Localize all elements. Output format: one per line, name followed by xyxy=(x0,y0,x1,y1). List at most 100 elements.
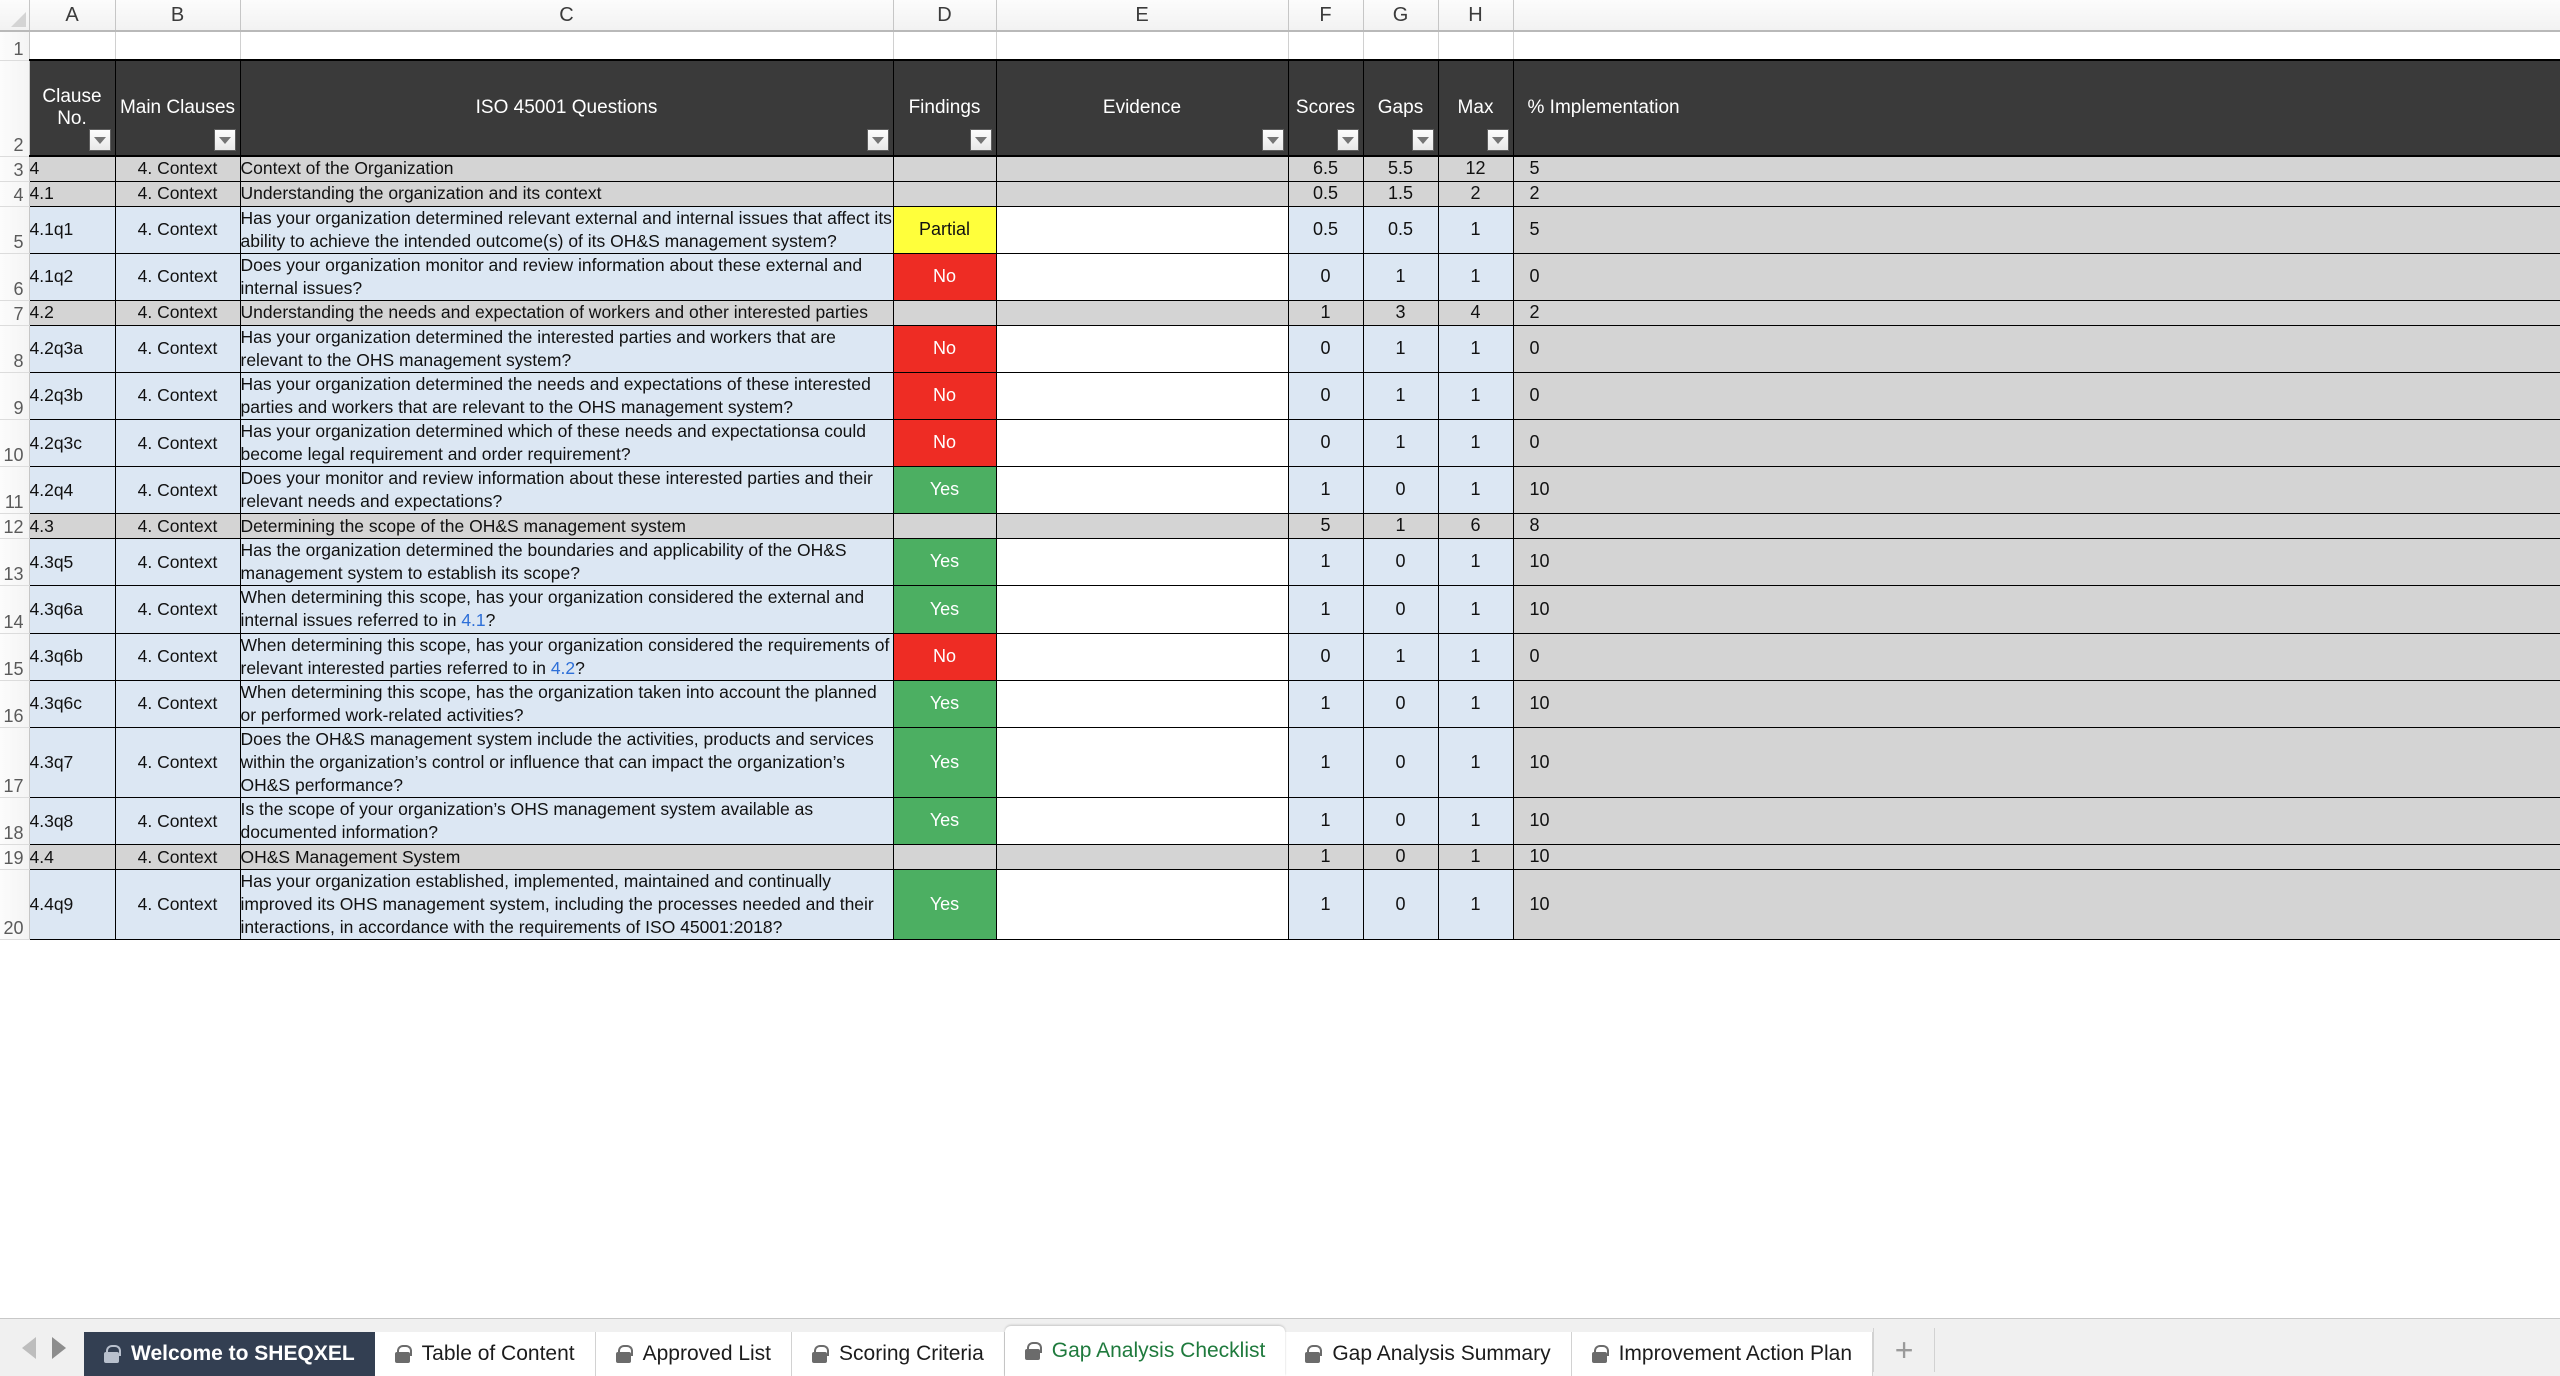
cell-percent-implementation[interactable]: 10 xyxy=(1513,869,2560,941)
cell-gaps[interactable]: 5.5 xyxy=(1363,156,1439,182)
cell-max[interactable]: 1 xyxy=(1438,680,1514,728)
cell-clause-no[interactable]: 4 xyxy=(29,156,116,182)
cell-main-clause[interactable]: 4. Context xyxy=(115,156,241,182)
row-header-5[interactable]: 5 xyxy=(0,206,30,254)
row-header-16[interactable]: 16 xyxy=(0,680,30,728)
cell-finding[interactable]: Yes xyxy=(893,466,997,515)
cell-main-clause[interactable]: 4. Context xyxy=(115,372,241,421)
cell-evidence[interactable] xyxy=(996,181,1289,207)
sheet-tab-gap-analysis-checklist[interactable]: Gap Analysis Checklist xyxy=(1004,1326,1286,1376)
cell-clause-no[interactable]: 4.3q6c xyxy=(29,680,116,728)
row-header-8[interactable]: 8 xyxy=(0,325,30,373)
column-header-i[interactable] xyxy=(1513,0,2560,32)
cell-score[interactable]: 0 xyxy=(1288,372,1364,421)
filter-dropdown-icon-a[interactable] xyxy=(88,129,111,151)
cell-max[interactable]: 4 xyxy=(1438,300,1514,326)
cell-gaps[interactable]: 1 xyxy=(1363,372,1439,421)
cell-finding[interactable] xyxy=(893,300,997,326)
row-header-18[interactable]: 18 xyxy=(0,797,30,846)
cell-max[interactable]: 1 xyxy=(1438,585,1514,634)
cell-main-clause[interactable]: 4. Context xyxy=(115,797,241,846)
header-main-clauses[interactable]: Main Clauses xyxy=(115,59,241,157)
cell-evidence[interactable] xyxy=(996,419,1289,468)
column-header-d[interactable]: D xyxy=(893,0,997,32)
filter-dropdown-icon-c[interactable] xyxy=(866,129,889,151)
cell-max[interactable]: 1 xyxy=(1438,797,1514,846)
cell-percent-implementation[interactable]: 0 xyxy=(1513,633,2560,681)
cell-gaps[interactable]: 0 xyxy=(1363,585,1439,634)
header-scores[interactable]: Scores xyxy=(1288,59,1364,157)
cell-clause-no[interactable]: 4.3q6a xyxy=(29,585,116,634)
cell-b1[interactable] xyxy=(115,31,241,61)
cell-max[interactable]: 1 xyxy=(1438,206,1514,254)
cell-max[interactable]: 1 xyxy=(1438,844,1514,871)
cell-finding[interactable]: Yes xyxy=(893,797,997,846)
cell-evidence[interactable] xyxy=(996,869,1289,941)
cell-finding[interactable]: Yes xyxy=(893,869,997,941)
row-header-2[interactable]: 2 xyxy=(0,60,30,157)
cell-question[interactable]: Has your organization determined the int… xyxy=(240,325,894,373)
row-header-17[interactable]: 17 xyxy=(0,727,30,799)
cell-question[interactable]: OH&S Management System xyxy=(240,844,894,871)
filter-dropdown-icon-g[interactable] xyxy=(1411,129,1434,151)
cell-question[interactable]: Has the organization determined the boun… xyxy=(240,538,894,587)
cell-clause-no[interactable]: 4.2q3c xyxy=(29,419,116,468)
row-header-6[interactable]: 6 xyxy=(0,253,30,301)
cell-score[interactable]: 0 xyxy=(1288,325,1364,373)
cell-finding[interactable]: No xyxy=(893,372,997,421)
cell-question[interactable]: Has your organization established, imple… xyxy=(240,869,894,941)
cell-percent-implementation[interactable]: 2 xyxy=(1513,300,2560,326)
cell-gaps[interactable]: 0 xyxy=(1363,869,1439,941)
cell-max[interactable]: 2 xyxy=(1438,181,1514,207)
cell-question[interactable]: Has your organization determined which o… xyxy=(240,419,894,468)
cell-score[interactable]: 1 xyxy=(1288,466,1364,515)
cell-finding[interactable]: Partial xyxy=(893,206,997,254)
row-header-13[interactable]: 13 xyxy=(0,538,30,587)
cell-percent-implementation[interactable]: 5 xyxy=(1513,206,2560,254)
cell-clause-no[interactable]: 4.1q2 xyxy=(29,253,116,301)
cell-question[interactable]: When determining this scope, has your or… xyxy=(240,633,894,681)
cell-evidence[interactable] xyxy=(996,538,1289,587)
cell-max[interactable]: 1 xyxy=(1438,538,1514,587)
cell-percent-implementation[interactable]: 10 xyxy=(1513,844,2560,871)
cell-main-clause[interactable]: 4. Context xyxy=(115,466,241,515)
cell-gaps[interactable]: 0 xyxy=(1363,727,1439,799)
cell-clause-no[interactable]: 4.2q3a xyxy=(29,325,116,373)
add-sheet-button[interactable]: + xyxy=(1873,1328,1936,1372)
cell-evidence[interactable] xyxy=(996,466,1289,515)
cell-gaps[interactable]: 1 xyxy=(1363,325,1439,373)
cell-percent-implementation[interactable]: 0 xyxy=(1513,372,2560,421)
row-header-10[interactable]: 10 xyxy=(0,419,30,468)
cell-score[interactable]: 1 xyxy=(1288,844,1364,871)
cell-main-clause[interactable]: 4. Context xyxy=(115,419,241,468)
nav-next-arrow-icon[interactable] xyxy=(52,1336,66,1359)
cell-clause-no[interactable]: 4.2q3b xyxy=(29,372,116,421)
cell-main-clause[interactable]: 4. Context xyxy=(115,325,241,373)
cell-clause-no[interactable]: 4.3q7 xyxy=(29,727,116,799)
cell-gaps[interactable]: 0 xyxy=(1363,680,1439,728)
column-header-e[interactable]: E xyxy=(996,0,1289,32)
cell-clause-no[interactable]: 4.2 xyxy=(29,300,116,326)
cell-gaps[interactable]: 1 xyxy=(1363,419,1439,468)
cell-gaps[interactable]: 1 xyxy=(1363,513,1439,540)
cell-max[interactable]: 1 xyxy=(1438,869,1514,941)
cell-question[interactable]: Is the scope of your organization’s OHS … xyxy=(240,797,894,846)
cell-score[interactable]: 0 xyxy=(1288,253,1364,301)
cell-percent-implementation[interactable]: 0 xyxy=(1513,419,2560,468)
cell-evidence[interactable] xyxy=(996,253,1289,301)
row-header-3[interactable]: 3 xyxy=(0,156,30,182)
clause-hyperlink[interactable]: 4.1 xyxy=(461,610,485,630)
cell-main-clause[interactable]: 4. Context xyxy=(115,844,241,871)
cell-score[interactable]: 1 xyxy=(1288,797,1364,846)
cell-max[interactable]: 12 xyxy=(1438,156,1514,182)
cell-finding[interactable]: Yes xyxy=(893,727,997,799)
cell-max[interactable]: 1 xyxy=(1438,325,1514,373)
header-findings[interactable]: Findings xyxy=(893,59,997,157)
cell-evidence[interactable] xyxy=(996,585,1289,634)
row-header-9[interactable]: 9 xyxy=(0,372,30,421)
row-header-4[interactable]: 4 xyxy=(0,181,30,207)
cell-finding[interactable]: No xyxy=(893,325,997,373)
column-header-c[interactable]: C xyxy=(240,0,894,32)
cell-finding[interactable]: Yes xyxy=(893,680,997,728)
cell-percent-implementation[interactable]: 10 xyxy=(1513,466,2560,515)
